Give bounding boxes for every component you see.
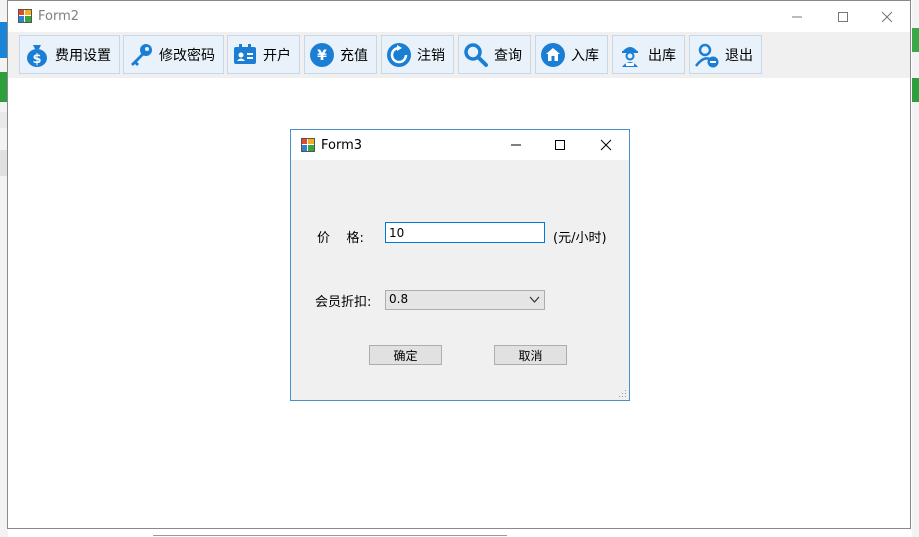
background-divider	[153, 535, 507, 536]
toolbar-button-label: 注销	[417, 47, 445, 64]
fee-settings-button[interactable]: $ 费用设置	[19, 35, 120, 74]
form2-titlebar[interactable]: Form2	[8, 1, 910, 32]
discount-select[interactable]: 0.8	[385, 290, 545, 310]
money-bag-icon: $	[27, 44, 47, 67]
recharge-button[interactable]: ¥ 充值	[304, 35, 377, 74]
toolbar-button-label: 查询	[494, 47, 522, 64]
minimize-icon	[511, 144, 521, 146]
exit-button[interactable]: 退出	[689, 35, 762, 74]
close-button[interactable]	[864, 1, 910, 32]
query-button[interactable]: 查询	[458, 35, 531, 74]
toolbar-button-label: 修改密码	[159, 47, 215, 64]
background-green-strip	[912, 28, 919, 52]
search-icon	[464, 42, 488, 67]
ok-button[interactable]: 确定	[369, 345, 442, 365]
form3-close-button[interactable]	[583, 130, 629, 160]
svg-text:¥: ¥	[317, 48, 327, 64]
discount-label: 会员折扣:	[315, 295, 372, 310]
price-input[interactable]	[385, 222, 545, 243]
toolbar-button-label: 入库	[571, 47, 599, 64]
toolbar-button-label: 出库	[648, 47, 676, 64]
form3-title: Form3	[321, 138, 363, 153]
yen-icon: ¥	[310, 42, 334, 67]
worker-icon	[622, 46, 638, 67]
toolbar-button-label: 费用设置	[55, 47, 111, 64]
close-icon	[600, 139, 612, 151]
stock-out-button[interactable]: 出库	[612, 35, 685, 74]
form2-title: Form2	[38, 9, 80, 24]
cancel-account-button[interactable]: 注销	[381, 35, 454, 74]
svg-text:$: $	[32, 52, 41, 67]
chevron-down-icon	[529, 296, 540, 303]
form3-titlebar[interactable]: Form3	[291, 130, 629, 160]
maximize-button[interactable]	[820, 1, 866, 32]
price-unit-label: (元/小时)	[553, 231, 607, 246]
toolbar-button-label: 开户	[263, 47, 291, 64]
change-password-button[interactable]: 修改密码	[123, 35, 224, 74]
id-card-icon	[234, 43, 256, 64]
stock-in-button[interactable]: 入库	[535, 35, 608, 74]
app-icon	[301, 138, 315, 152]
discount-selected-value: 0.8	[389, 292, 409, 306]
maximize-icon	[838, 11, 848, 22]
form3-dialog: Form3 价 格: (元/小时) 会员折扣: 0.8 确定 取消	[290, 129, 630, 401]
maximize-icon	[555, 140, 565, 150]
key-icon	[131, 43, 152, 66]
open-account-button[interactable]: 开户	[227, 35, 300, 74]
refresh-icon	[387, 42, 411, 67]
cancel-button-label: 取消	[518, 348, 543, 363]
cancel-button[interactable]: 取消	[494, 345, 567, 365]
form3-minimize-button[interactable]	[493, 130, 539, 160]
form3-maximize-button[interactable]	[537, 130, 583, 160]
minimize-icon	[792, 16, 802, 17]
background-green-strip	[912, 78, 919, 102]
background-app-right-edge	[912, 0, 919, 537]
user-remove-icon	[695, 43, 719, 67]
home-icon	[541, 42, 565, 67]
toolbar: $ 费用设置 修改密码 开户 ¥ 充值 注销 查询 入库 出库 退出	[8, 32, 910, 78]
app-icon	[18, 9, 32, 23]
price-label: 价 格:	[317, 231, 364, 246]
toolbar-button-label: 充值	[340, 47, 368, 64]
toolbar-button-label: 退出	[725, 47, 753, 64]
close-icon	[881, 11, 893, 22]
minimize-button[interactable]	[774, 1, 820, 32]
resize-grip-icon[interactable]	[619, 390, 627, 398]
ok-button-label: 确定	[393, 348, 418, 363]
